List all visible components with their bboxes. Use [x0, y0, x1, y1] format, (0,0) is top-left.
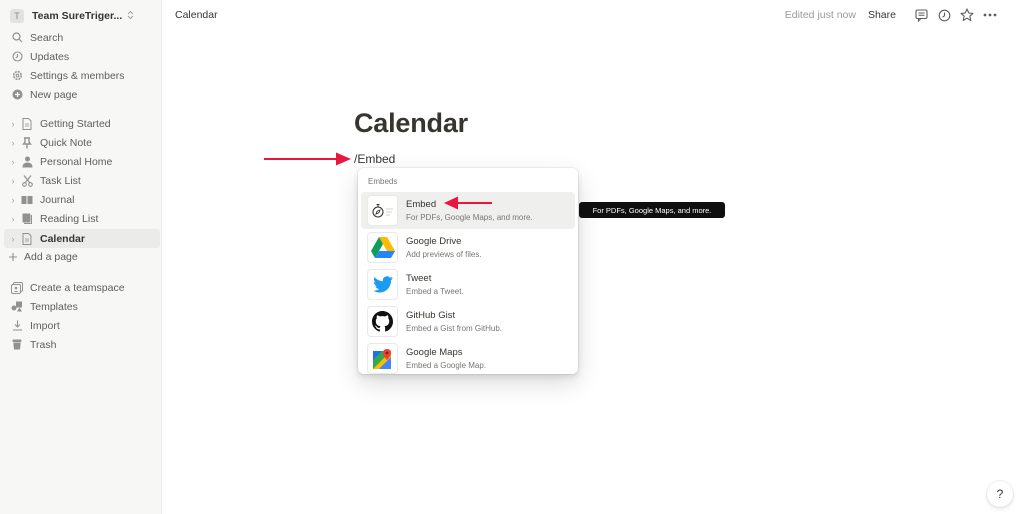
clock-icon — [10, 50, 24, 64]
trash-icon — [10, 338, 24, 352]
chevron-right-icon[interactable]: › — [8, 195, 18, 205]
menu-item-tweet[interactable]: Tweet Embed a Tweet. — [361, 266, 575, 303]
google-drive-icon — [367, 232, 398, 263]
github-icon — [367, 306, 398, 337]
sidebar-page-journal[interactable]: › Journal — [0, 190, 160, 209]
add-page-button[interactable]: Add a page — [0, 247, 160, 266]
menu-item-google-drive[interactable]: Google Drive Add previews of files. — [361, 229, 575, 266]
scissors-icon — [20, 174, 34, 188]
sidebar-page-personal-home[interactable]: › Personal Home — [0, 152, 160, 171]
import-icon — [10, 319, 24, 333]
chevron-right-icon[interactable]: › — [8, 119, 18, 129]
menu-item-desc: Embed a Gist from GitHub. — [406, 323, 503, 333]
menu-item-desc: Embed a Google Map. — [406, 360, 487, 370]
sidebar-item-search[interactable]: Search — [0, 28, 160, 47]
sidebar-item-trash[interactable]: Trash — [0, 335, 160, 354]
workspace-name: Team SureTriger... — [32, 10, 123, 22]
chevron-right-icon[interactable]: › — [8, 176, 18, 186]
sidebar-item-templates[interactable]: Templates — [0, 297, 160, 316]
menu-item-google-maps[interactable]: Google Maps Embed a Google Map. — [361, 340, 575, 374]
chevron-right-icon[interactable]: › — [8, 234, 18, 244]
menu-item-title: GitHub Gist — [406, 309, 456, 321]
chevron-right-icon[interactable]: › — [8, 214, 18, 224]
book-icon — [20, 193, 34, 207]
comment-icon[interactable] — [913, 7, 929, 23]
sidebar-page-calendar[interactable]: › Calendar — [4, 229, 160, 248]
edited-status: Edited just now — [784, 9, 856, 21]
star-icon[interactable] — [959, 7, 975, 23]
menu-item-desc: Add previews of files. — [406, 249, 482, 259]
slash-command-text[interactable]: /Embed — [354, 152, 395, 166]
plus-circle-icon — [10, 88, 24, 102]
topbar-actions: Edited just now Share — [785, 6, 998, 24]
chevron-up-down-icon — [127, 10, 134, 22]
sidebar-page-getting-started[interactable]: › Getting Started — [0, 114, 160, 133]
share-button[interactable]: Share — [868, 9, 896, 21]
annotation-arrow — [444, 196, 492, 210]
help-button[interactable]: ? — [987, 481, 1013, 507]
page-title[interactable]: Calendar — [354, 108, 468, 139]
menu-section-header: Embeds — [368, 177, 398, 186]
embed-compass-icon — [367, 195, 398, 226]
gear-icon — [10, 69, 24, 83]
more-icon[interactable] — [982, 7, 998, 23]
menu-item-title: Tweet — [406, 272, 432, 284]
sidebar-item-updates[interactable]: Updates — [0, 47, 160, 66]
tooltip: For PDFs, Google Maps, and more. — [579, 202, 725, 218]
workspace-avatar: T — [10, 9, 24, 23]
chevron-right-icon[interactable]: › — [8, 138, 18, 148]
sidebar: T Team SureTriger... Search Updates Sett… — [0, 0, 162, 514]
menu-item-github-gist[interactable]: GitHub Gist Embed a Gist from GitHub. — [361, 303, 575, 340]
person-icon — [20, 155, 34, 169]
pushpin-icon — [20, 136, 34, 150]
plus-icon — [6, 250, 20, 264]
teamspace-icon — [10, 281, 24, 295]
sidebar-item-new-page[interactable]: New page — [0, 85, 160, 104]
workspace-switcher[interactable]: T Team SureTriger... — [8, 6, 134, 26]
document-icon — [20, 232, 34, 246]
menu-item-desc: Embed a Tweet. — [406, 286, 464, 296]
menu-item-desc: For PDFs, Google Maps, and more. — [406, 212, 533, 222]
menu-item-title: Google Maps — [406, 346, 463, 358]
chevron-right-icon[interactable]: › — [8, 157, 18, 167]
google-maps-icon — [367, 343, 398, 374]
sidebar-item-settings[interactable]: Settings & members — [0, 66, 160, 85]
templates-icon — [10, 300, 24, 314]
sidebar-item-create-teamspace[interactable]: Create a teamspace — [0, 278, 160, 297]
search-icon — [10, 31, 24, 45]
sidebar-item-import[interactable]: Import — [0, 316, 160, 335]
sidebar-page-reading-list[interactable]: › Reading List — [0, 209, 160, 228]
document-icon — [20, 117, 34, 131]
breadcrumb[interactable]: Calendar — [175, 9, 218, 21]
sidebar-page-quick-note[interactable]: › Quick Note — [0, 133, 160, 152]
sidebar-page-task-list[interactable]: › Task List — [0, 171, 160, 190]
twitter-icon — [367, 269, 398, 300]
annotation-arrow — [264, 152, 351, 166]
menu-item-title: Google Drive — [406, 235, 462, 247]
history-icon[interactable] — [936, 7, 952, 23]
book-closed-icon — [20, 212, 34, 226]
